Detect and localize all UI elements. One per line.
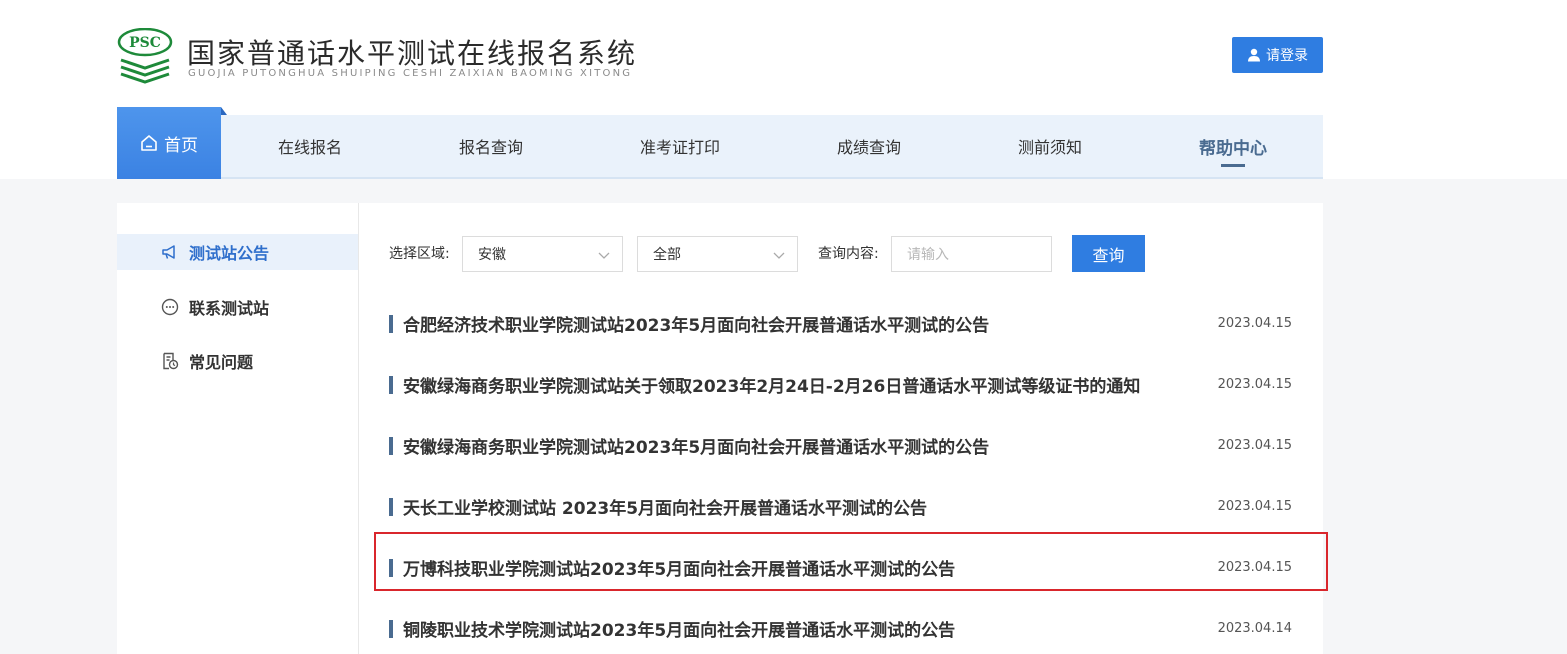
notice-date: 2023.04.15 [1217, 560, 1292, 575]
chevron-down-icon [773, 252, 785, 259]
home-icon [141, 135, 157, 151]
nav-item-score-query[interactable]: 成绩查询 [837, 115, 901, 177]
user-icon [1248, 48, 1260, 62]
notice-title: 天长工业学校测试站 2023年5月面向社会开展普通话水平测试的公告 [403, 499, 928, 519]
sidebar-item-contact[interactable]: 联系测试站 [117, 289, 358, 325]
row-marker [389, 619, 393, 638]
nav-item-help-center[interactable]: 帮助中心 [1199, 115, 1267, 177]
notice-row[interactable]: 铜陵职业技术学院测试站2023年5月面向社会开展普通话水平测试的公告 2023.… [389, 598, 1293, 654]
notice-title: 合肥经济技术职业学院测试站2023年5月面向社会开展普通话水平测试的公告 [403, 316, 990, 336]
document-clock-icon [163, 352, 179, 370]
region-select[interactable]: 安徽 [462, 236, 623, 272]
row-marker [389, 375, 393, 394]
sidebar-item-announcements[interactable]: 测试站公告 [117, 234, 358, 270]
nav-item-admission-ticket[interactable]: 准考证打印 [640, 115, 720, 177]
svg-text:PSC: PSC [129, 35, 161, 51]
sidebar-item-label: 测试站公告 [189, 244, 270, 263]
nav-item-test-notes[interactable]: 测前须知 [1018, 115, 1082, 177]
sidebar-item-label: 常见问题 [189, 353, 254, 372]
nav-home-label: 首页 [164, 135, 198, 156]
search-button[interactable]: 查询 [1072, 235, 1145, 272]
login-label: 请登录 [1266, 48, 1308, 64]
login-button[interactable]: 请登录 [1232, 37, 1323, 73]
notice-row[interactable]: 合肥经济技术职业学院测试站2023年5月面向社会开展普通话水平测试的公告 202… [389, 293, 1293, 354]
query-input[interactable]: 请输入 [891, 236, 1052, 272]
nav-item-registration-query[interactable]: 报名查询 [459, 115, 523, 177]
main-nav: 首页 在线报名 报名查询 准考证打印 成绩查询 测前须知 帮助中心 [117, 107, 1323, 179]
sidebar: 测试站公告 联系测试站 常见问题 [117, 203, 359, 654]
nav-item-online-registration[interactable]: 在线报名 [278, 115, 342, 177]
notice-title: 安徽绿海商务职业学院测试站2023年5月面向社会开展普通话水平测试的公告 [403, 438, 990, 458]
row-marker [389, 436, 393, 455]
psc-logo-icon: PSC [117, 28, 173, 84]
chat-icon [161, 298, 179, 316]
row-marker [389, 558, 393, 577]
row-marker [389, 314, 393, 333]
sidebar-item-label: 联系测试站 [189, 299, 270, 318]
nav-home[interactable]: 首页 [117, 107, 227, 179]
notice-row[interactable]: 万博科技职业学院测试站2023年5月面向社会开展普通话水平测试的公告 2023.… [389, 537, 1293, 598]
region-label: 选择区域: [389, 246, 450, 262]
content-panel: 测试站公告 联系测试站 常见问题 选择区域: 安徽 全部 查询内容: 请输入 查… [117, 203, 1323, 654]
notice-date: 2023.04.14 [1217, 621, 1292, 636]
header-area: PSC 国家普通话水平测试在线报名系统 GUOJIA PUTONGHUA SHU… [0, 0, 1567, 179]
chevron-down-icon [598, 252, 610, 259]
notice-date: 2023.04.15 [1217, 499, 1292, 514]
scope-select-value: 全部 [653, 247, 681, 263]
row-marker [389, 497, 393, 516]
notice-row[interactable]: 安徽绿海商务职业学院测试站关于领取2023年2月24日-2月26日普通话水平测试… [389, 354, 1293, 415]
scope-select[interactable]: 全部 [637, 236, 798, 272]
notice-title: 铜陵职业技术学院测试站2023年5月面向社会开展普通话水平测试的公告 [403, 621, 956, 641]
region-select-value: 安徽 [478, 247, 506, 263]
notice-title: 万博科技职业学院测试站2023年5月面向社会开展普通话水平测试的公告 [403, 560, 956, 580]
notice-row[interactable]: 安徽绿海商务职业学院测试站2023年5月面向社会开展普通话水平测试的公告 202… [389, 415, 1293, 476]
notice-row[interactable]: 天长工业学校测试站 2023年5月面向社会开展普通话水平测试的公告 2023.0… [389, 476, 1293, 537]
megaphone-icon [162, 245, 175, 259]
sidebar-item-faq[interactable]: 常见问题 [117, 343, 358, 379]
filter-bar: 选择区域: 安徽 全部 查询内容: 请输入 查询 [389, 235, 1189, 272]
notice-date: 2023.04.15 [1217, 316, 1292, 331]
site-title: 国家普通话水平测试在线报名系统 [187, 37, 638, 70]
query-label: 查询内容: [818, 246, 879, 262]
notice-date: 2023.04.15 [1217, 438, 1292, 453]
notice-title: 安徽绿海商务职业学院测试站关于领取2023年2月24日-2月26日普通话水平测试… [403, 377, 1141, 397]
site-logo[interactable]: PSC 国家普通话水平测试在线报名系统 GUOJIA PUTONGHUA SHU… [117, 28, 677, 84]
notice-date: 2023.04.15 [1217, 377, 1292, 392]
site-subtitle: GUOJIA PUTONGHUA SHUIPING CESHI ZAIXIAN … [188, 68, 633, 79]
